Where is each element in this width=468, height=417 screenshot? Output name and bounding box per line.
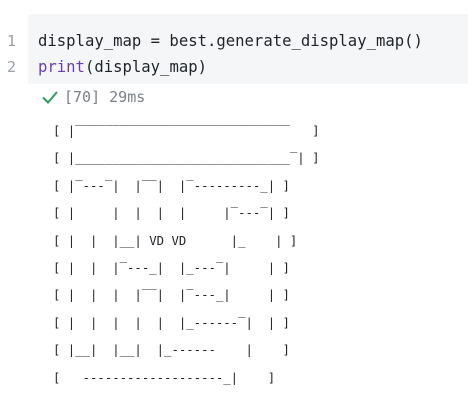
output-line: [ | | | | | |_------‾| | ] (53, 315, 290, 330)
code-line-2[interactable]: print(display_map) (38, 57, 207, 77)
checkmark-icon (42, 91, 58, 104)
code-text: (display_map) (84, 58, 208, 76)
output-line: [ | | |‾---_| |_---‾| | ] (53, 260, 290, 275)
execution-duration: 29ms (109, 88, 146, 106)
output-line: [ |‾‾‾‾‾‾‾‾‾‾‾‾‾‾‾‾‾‾‾‾‾‾‾‾‾‾‾‾‾ ] (53, 124, 320, 138)
line-number: 2 (7, 58, 17, 76)
output-line: [ |_____________________________‾| ] (53, 151, 320, 166)
output-line: [ |__| |__| |_------ | ] (53, 343, 290, 358)
code-line-1[interactable]: display_map = best.generate_display_map(… (38, 31, 423, 51)
output-line: [ | | | |‾‾| |‾---_| | ] (53, 288, 290, 303)
output-line: [ |‾---‾| |‾‾| |‾---------_| ] (53, 178, 290, 193)
cell-output: [ |‾‾‾‾‾‾‾‾‾‾‾‾‾‾‾‾‾‾‾‾‾‾‾‾‾‾‾‾‾ ] [ |___… (53, 118, 320, 392)
execution-count: [70] (64, 88, 101, 106)
output-line: [ -------------------_| ] (53, 370, 276, 385)
output-line: [ | | |__| VD VD |_ | ] (53, 233, 298, 248)
output-line: [ | | | | | |‾---‾| ] (53, 206, 290, 221)
code-function-name: print (38, 58, 85, 76)
line-number: 1 (7, 32, 17, 50)
execution-status: [70] 29ms (40, 86, 145, 108)
code-text: display_map = best.generate_display_map(… (38, 32, 423, 50)
